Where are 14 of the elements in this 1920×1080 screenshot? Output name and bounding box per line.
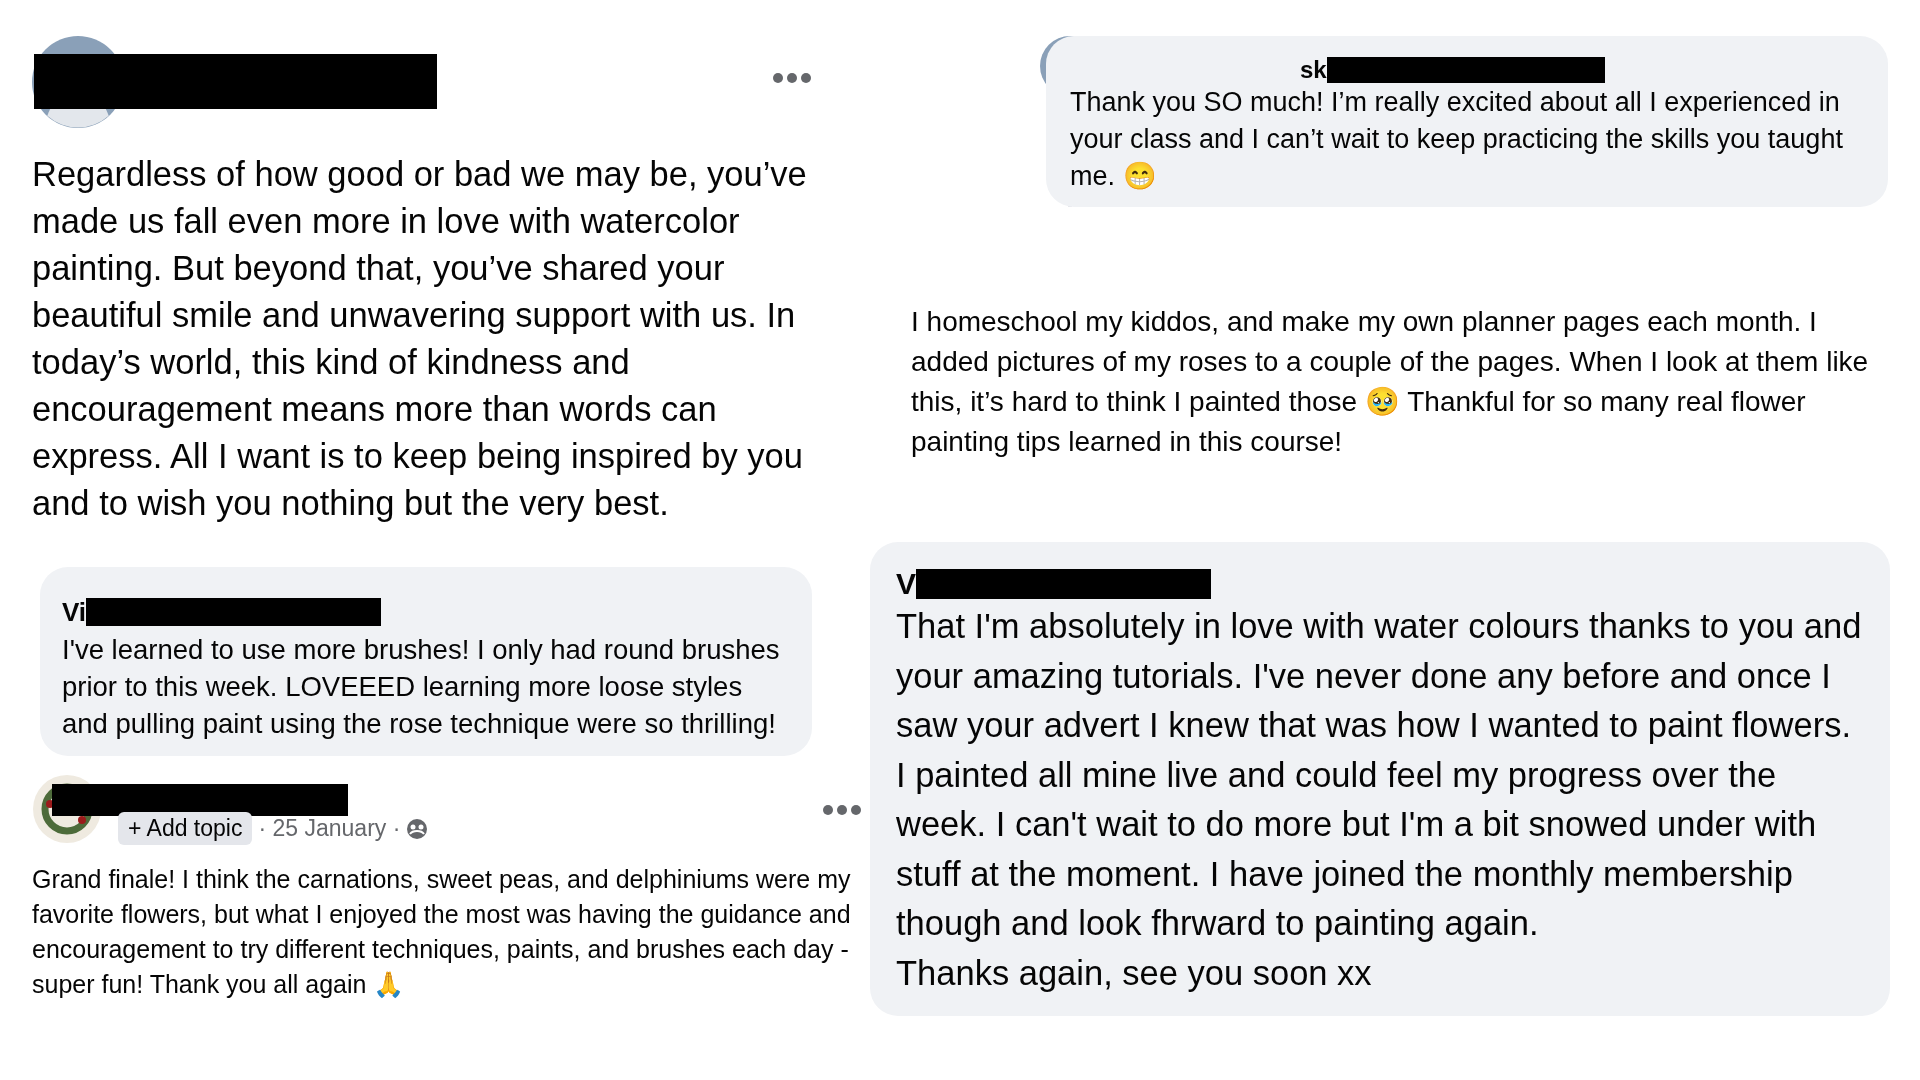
commenter-name[interactable]: V [896,567,916,601]
comment-text: That I'm absolutely in love with water colours thanks to you and your amazing tutorials. I've never done any before and once I saw your advert I knew that was how I wanted to paint flowers. I painted all mine live and could feel my progress over the week. I can't wait to do more but I'm a bit snowed under with stuff at the moment. I have joined the monthly membership though and look fhrward to painting again. Thanks again, see you soon xx [896,606,1863,994]
comment-text: I've learned to use more brushes! I only had round brushes prior to this week. LOVEEED learning more loose styles and pulling paint using the rose technique were so thrilling! [62,633,781,741]
more-icon[interactable] [822,804,862,816]
more-icon[interactable] [772,72,812,84]
audience-icon [406,817,429,840]
post-text: I homeschool my kiddos, and make my own planner pages each month. I added pictures of my roses to a couple of the pages. When I look at them like this, it’s hard to think I painted those 🥹 Thankful for so many real flower painting tips learned in this course! [911,305,1870,459]
comment-text: Thank you SO much! I’m really excited about all I experienced in your class and I can’t wait to keep practicing the skills you taught me. 😁 [1070,86,1844,193]
commenter-name[interactable]: sk [1300,56,1327,84]
post-date: · 25 January · [258,815,401,842]
add-topic-button[interactable]: + Add topic [118,812,253,845]
post-text: Regardless of how good or bad we may be, you’ve made us fall even more in love with watercolor painting. But beyond that, you’ve shared your beautiful smile and unwavering support with us. In today’s world, this kind of kindness and encouragement means more than words can express. All I want is to keep being inspired by you and to wish you nothing but the very best. [32,154,808,524]
post-text: Grand finale! I think the carnations, sweet peas, and delphiniums were my favorite flowers, but what I enjoyed the most was having the guidance and encouragement to try different techniques, paints, and brushes each day - super fun! Thank you all again 🙏 [32,864,852,1000]
commenter-name[interactable]: Vi [62,596,87,628]
